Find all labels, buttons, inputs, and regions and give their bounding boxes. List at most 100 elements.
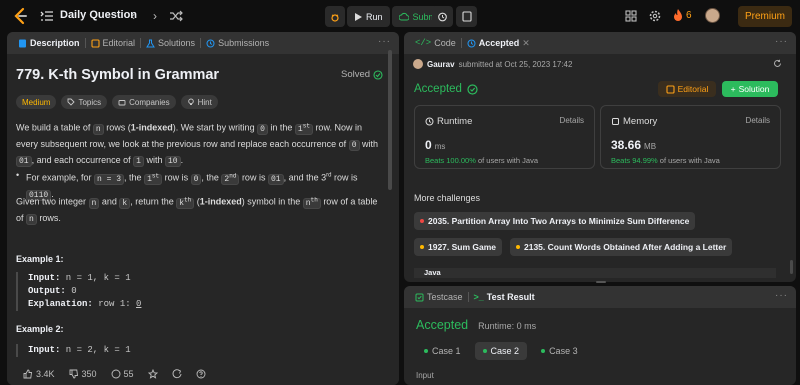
challenge-item[interactable]: 2035. Partition Array Into Two Arrays to… [414,212,696,230]
tab-submissions[interactable]: Submissions [201,32,274,54]
shuffle-icon[interactable] [169,9,183,23]
tab-accepted[interactable]: Accepted ✕ [462,32,535,54]
hint-label: Hint [197,97,212,107]
description-footer: 3.4K 350 55 [7,363,399,385]
test-result-header: Accepted Runtime: 0 ms [416,318,536,332]
dislike-button[interactable]: 350 [69,369,97,379]
test-result-status: Accepted [416,318,469,332]
challenge-title: 2135. Count Words Obtained After Adding … [524,242,727,252]
case-tab-2[interactable]: Case 2 [474,342,528,360]
runtime-value: 0 ms [425,138,446,152]
problem-list-icon[interactable] [40,9,54,23]
companies-label: Companies [129,97,170,107]
user-avatar[interactable] [705,8,720,23]
more-options-icon[interactable]: ··· [775,290,788,301]
example-1-block: Input: n = 1, k = 1 Output: 0 Explanatio… [16,272,141,311]
more-options-icon[interactable]: ··· [775,36,788,47]
run-button[interactable]: Run [347,6,390,27]
tab-description-label: Description [30,38,80,48]
challenge-item[interactable]: 1927. Sum Game [414,238,503,256]
tab-solutions[interactable]: Solutions [141,32,200,54]
right-top-tab-bar: </> Code Accepted ✕ ··· [404,32,796,54]
more-challenges-heading: More challenges [414,193,481,203]
tab-description[interactable]: Description [13,32,85,54]
tab-test-result[interactable]: >_ Test Result [469,286,540,308]
debug-button[interactable] [325,6,345,27]
tab-submissions-label: Submissions [218,38,270,48]
accepted-clock-icon [467,39,476,47]
prev-problem-button[interactable]: ‹ [126,9,140,23]
clock-icon [425,117,434,126]
runtime-card[interactable]: Runtime Details 0 ms Beats 100.00% of use… [414,105,595,169]
runtime-beats: Beats 100.00% of users with Java [425,156,538,165]
fire-icon [674,9,682,21]
tab-code[interactable]: </> Code [410,32,461,54]
case-label: Case 3 [549,346,578,356]
check-circle-icon [467,83,478,95]
difficulty-label: Medium [22,97,51,107]
dislike-count: 350 [81,369,97,379]
panel-splitter-handle[interactable] [596,281,606,283]
code-icon: </> [415,38,432,48]
memory-label: Memory [623,116,658,127]
like-button[interactable]: 3.4K [23,369,55,379]
description-scrollbar[interactable] [388,50,392,190]
close-tab-icon[interactable]: ✕ [522,38,530,49]
post-solution-button[interactable]: + Solution [722,81,778,97]
next-problem-button[interactable]: › [148,9,162,23]
tab-solutions-label: Solutions [158,38,196,48]
submitter-name[interactable]: Gaurav [427,60,455,69]
memory-beats: Beats 94.99% of users with Java [611,156,720,165]
premium-button[interactable]: Premium [738,6,792,27]
pass-dot [482,349,487,353]
case-label: Case 1 [432,346,461,356]
tab-editorial[interactable]: Editorial [86,32,141,54]
settings-gear-icon[interactable] [648,9,662,23]
result-scrollbar[interactable] [790,260,793,274]
tab-editorial-label: Editorial [102,38,136,48]
tab-test-result-label: Test Result [486,292,535,302]
comment-icon [111,369,120,379]
case-tab-1[interactable]: Case 1 [416,342,469,360]
star-icon[interactable] [147,369,158,379]
thumbs-up-icon [23,369,33,379]
refresh-icon[interactable] [773,59,782,68]
memory-details-link[interactable]: Details [746,116,770,125]
case-label: Case 2 [490,346,520,356]
memory-card[interactable]: Memory Details 38.66 MB Beats 94.99% of u… [600,105,781,169]
submitter-info: Gaurav submitted at Oct 25, 2023 17:42 [413,59,572,69]
comments-button[interactable]: 55 [111,369,134,379]
checkbox-icon [415,293,424,301]
challenge-item[interactable]: 2135. Count Words Obtained After Adding … [510,238,733,256]
hint-chip[interactable]: Hint [180,95,218,109]
share-icon[interactable] [172,369,182,379]
runtime-title: Runtime [425,116,472,127]
pass-dot [424,349,428,353]
notes-button[interactable] [456,6,477,27]
case-tabs: Case 1 Case 2 Case 3 [416,342,586,360]
alarm-clock-icon [438,12,447,22]
note-icon [461,11,472,22]
help-icon[interactable] [196,369,206,379]
top-bar: Daily Question ‹ › Run Submit 6 Premium [0,0,800,32]
topics-label: Topics [78,97,102,107]
accepted-heading: Accepted [414,83,478,95]
editorial-label: Editorial [677,84,709,94]
companies-chip[interactable]: Companies [112,95,176,109]
streak-counter[interactable]: 6 [673,9,692,21]
layout-grid-icon[interactable] [624,9,638,23]
tab-testcase[interactable]: Testcase [410,286,468,308]
leetcode-logo-icon[interactable] [12,7,30,25]
timer-button[interactable] [432,6,453,27]
runtime-details-link[interactable]: Details [560,116,584,125]
cloud-upload-icon [398,12,409,21]
case-tab-3[interactable]: Case 3 [533,342,586,360]
editorial-button[interactable]: Editorial [658,81,716,97]
left-tab-bar: Description Editorial Solutions Submissi… [7,32,399,54]
streak-count: 6 [686,9,692,21]
memory-title: Memory [611,116,657,127]
more-options-icon[interactable]: ··· [378,36,391,47]
topics-chip[interactable]: Topics [61,95,108,109]
thumbs-down-icon [69,369,78,379]
problem-title[interactable]: 779. K-th Symbol in Grammar [16,67,219,83]
